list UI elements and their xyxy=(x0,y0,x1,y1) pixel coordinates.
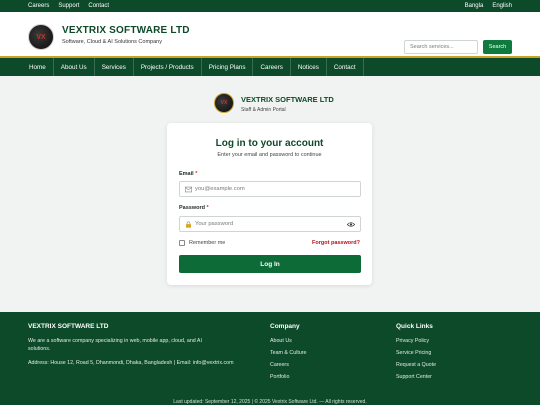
footer-link-privacy-policy[interactable]: Privacy Policy xyxy=(396,338,429,344)
portal-title: VEXTRIX SOFTWARE LTD xyxy=(241,95,334,104)
nav-item-about-us[interactable]: About Us xyxy=(54,58,95,76)
show-password-eye-icon[interactable] xyxy=(347,221,355,228)
footer-link-request-quote[interactable]: Request a Quote xyxy=(396,362,436,368)
main-navigation: Home About Us Services Projects / Produc… xyxy=(0,58,540,76)
topbar-link-contact[interactable]: Contact xyxy=(88,3,109,9)
footer-company-heading: Company xyxy=(270,323,300,330)
lang-english-link[interactable]: English xyxy=(492,3,512,9)
footer-link-service-pricing[interactable]: Service Pricing xyxy=(396,350,431,356)
nav-item-pricing-plans[interactable]: Pricing Plans xyxy=(202,58,254,76)
footer-link-team-culture[interactable]: Team & Culture xyxy=(270,350,307,356)
brand-tagline: Software, Cloud & AI Solutions Company xyxy=(62,39,162,45)
login-subtitle: Enter your email and password to continu… xyxy=(217,152,322,158)
footer-address: Address: House 12, Road 5, Dhanmondi, Dh… xyxy=(28,360,234,366)
search-input[interactable] xyxy=(404,40,478,54)
password-required-mark: * xyxy=(206,205,209,211)
lang-bangla-link[interactable]: Bangla xyxy=(465,3,484,9)
topbar-link-support[interactable]: Support xyxy=(58,3,79,9)
footer-link-portfolio[interactable]: Portfolio xyxy=(270,374,289,380)
footer-link-support-center[interactable]: Support Center xyxy=(396,374,432,380)
login-submit-button[interactable]: Log In xyxy=(179,255,361,273)
remember-me-checkbox[interactable] xyxy=(179,240,185,246)
login-card: Log in to your account Enter your email … xyxy=(167,123,372,285)
site-footer: VEXTRIX SOFTWARE LTD We are a software c… xyxy=(0,312,540,405)
password-label: Password * xyxy=(179,205,209,211)
email-field[interactable] xyxy=(179,181,361,197)
top-utility-bar: Careers Support Contact Bangla English xyxy=(0,0,540,12)
footer-company-title: VEXTRIX SOFTWARE LTD xyxy=(28,323,109,330)
lock-icon xyxy=(186,221,191,228)
email-label: Email * xyxy=(179,171,197,177)
footer-link-careers[interactable]: Careers xyxy=(270,362,289,368)
login-title: Log in to your account xyxy=(215,138,324,149)
email-input[interactable] xyxy=(195,182,345,196)
portal-subtitle: Staff & Admin Portal xyxy=(241,107,286,113)
envelope-icon xyxy=(185,186,192,193)
nav-item-contact[interactable]: Contact xyxy=(327,58,364,76)
password-field[interactable] xyxy=(179,216,361,232)
password-label-text: Password xyxy=(179,205,205,211)
forgot-password-link[interactable]: Forgot password? xyxy=(312,240,360,246)
brand-title[interactable]: VEXTRIX SOFTWARE LTD xyxy=(62,25,190,36)
footer-description: We are a software company specializing i… xyxy=(28,338,202,352)
email-required-mark: * xyxy=(195,171,198,177)
password-input[interactable] xyxy=(195,217,345,231)
nav-item-home[interactable]: Home xyxy=(22,58,54,76)
search-button[interactable]: Search xyxy=(483,40,512,54)
nav-item-projects-products[interactable]: Projects / Products xyxy=(134,58,202,76)
nav-item-notices[interactable]: Notices xyxy=(291,58,327,76)
nav-item-careers[interactable]: Careers xyxy=(253,58,291,76)
footer-copyright: Last updated: September 12, 2025 | © 202… xyxy=(173,399,367,405)
remember-me-label[interactable]: Remember me xyxy=(189,240,225,246)
site-header: VX VEXTRIX SOFTWARE LTD Software, Cloud … xyxy=(0,12,540,58)
email-label-text: Email xyxy=(179,171,194,177)
footer-link-about-us[interactable]: About Us xyxy=(270,338,292,344)
company-logo[interactable]: VX xyxy=(28,24,54,50)
portal-logo: VX xyxy=(214,93,234,113)
language-switcher: Bangla English xyxy=(456,3,512,9)
topbar-link-careers[interactable]: Careers xyxy=(28,3,49,9)
footer-quick-links-heading: Quick Links xyxy=(396,323,433,330)
nav-item-services[interactable]: Services xyxy=(95,58,134,76)
